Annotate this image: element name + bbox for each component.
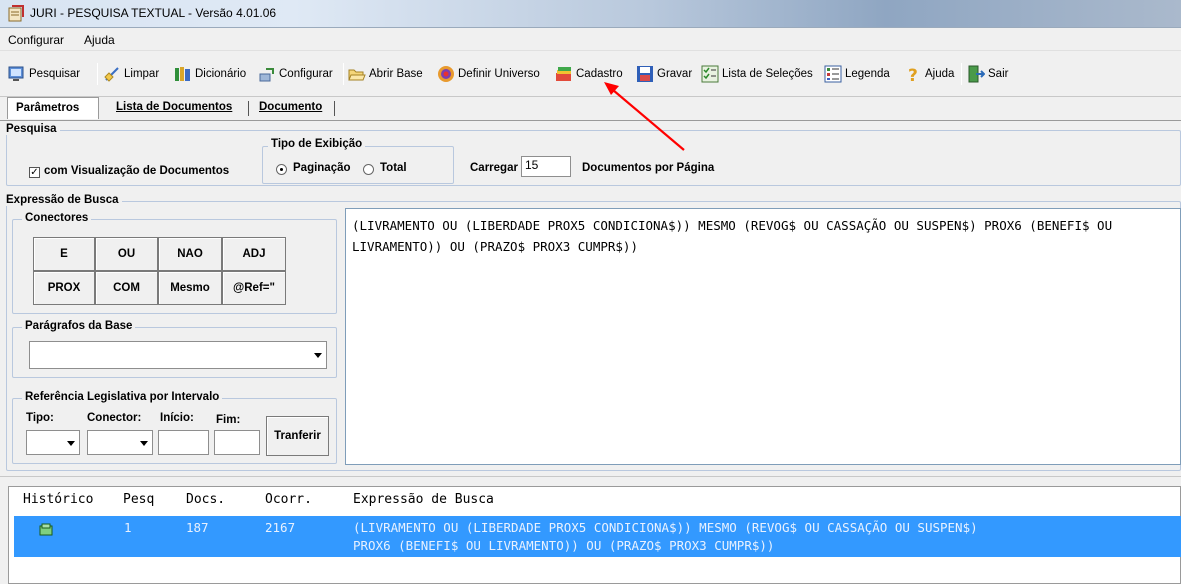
column-docs[interactable]: Docs.	[186, 492, 225, 507]
historico-list[interactable]: Histórico Pesq Docs. Ocorr. Expressão de…	[8, 486, 1181, 584]
abrir-base-button[interactable]: Abrir Base	[348, 62, 423, 86]
row-pesq: 1	[124, 520, 132, 535]
app-icon	[8, 5, 24, 22]
menu-ajuda[interactable]: Ajuda	[84, 33, 115, 47]
gravar-button[interactable]: Gravar	[636, 62, 692, 86]
fim-input[interactable]	[214, 430, 260, 455]
column-ocorr[interactable]: Ocorr.	[265, 492, 312, 507]
window-title: JURI - PESQUISA TEXTUAL - Versão 4.01.06	[30, 6, 277, 20]
total-radio[interactable]	[363, 164, 374, 175]
paginacao-label: Paginação	[293, 162, 351, 174]
connector-nao-button[interactable]: NAO	[158, 237, 222, 271]
connector-com-button[interactable]: COM	[95, 271, 158, 305]
inicio-input[interactable]	[158, 430, 209, 455]
tab-divider	[0, 120, 1181, 121]
toolbar-separator	[961, 63, 962, 85]
carregar-label: Carregar	[470, 162, 518, 174]
tipo-exibicao-title: Tipo de Exibição	[268, 138, 366, 150]
exit-door-icon	[968, 65, 985, 83]
help-question-icon: ?	[908, 66, 918, 83]
pesquisa-group-title: Pesquisa	[3, 123, 60, 135]
tab-documento[interactable]: Documento	[251, 97, 330, 119]
row-expr-line1: (LIVRAMENTO OU (LIBERDADE PROX5 CONDICIO…	[353, 520, 978, 535]
svg-text:?: ?	[908, 66, 918, 83]
legenda-button[interactable]: Legenda	[824, 62, 890, 86]
expressao-group-title: Expressão de Busca	[3, 194, 122, 206]
inicio-label: Início:	[160, 412, 194, 424]
visualizacao-label: com Visualização de Documentos	[44, 165, 230, 177]
search-monitor-icon	[8, 66, 24, 81]
conectores-title: Conectores	[22, 212, 92, 224]
historico-header: Histórico Pesq Docs. Ocorr. Expressão de…	[9, 487, 1180, 511]
tab-lista-documentos[interactable]: Lista de Documentos	[108, 97, 240, 119]
tab-bar: Parâmetros Lista de Documentos Documento	[0, 97, 1181, 121]
cadastro-button[interactable]: Cadastro	[555, 62, 623, 86]
carregar-input[interactable]: 15	[521, 156, 571, 177]
connector-ou-button[interactable]: OU	[95, 237, 158, 271]
table-row[interactable]: 1 187 2167 (LIVRAMENTO OU (LIBERDADE PRO…	[14, 516, 1181, 557]
title-bar: JURI - PESQUISA TEXTUAL - Versão 4.01.06	[0, 0, 1181, 28]
chevron-down-icon	[314, 353, 322, 358]
definir-universo-button[interactable]: Definir Universo	[437, 62, 540, 86]
toolbar: Pesquisar Limpar Dicionário Configurar A…	[0, 53, 1181, 97]
database-icon	[39, 523, 53, 536]
checklist-icon	[701, 65, 719, 83]
pesquisar-button[interactable]: Pesquisar	[8, 62, 80, 86]
tab-parametros[interactable]: Parâmetros	[7, 97, 99, 119]
ajuda-button[interactable]: ? Ajuda	[904, 62, 954, 86]
conector-label: Conector:	[87, 412, 142, 424]
legend-list-icon	[824, 65, 842, 83]
tipo-exibicao-group	[262, 146, 454, 184]
referencia-title: Referência Legislativa por Intervalo	[22, 391, 223, 403]
row-docs: 187	[186, 520, 209, 535]
save-disk-icon	[637, 66, 653, 82]
configurar-button[interactable]: Configurar	[258, 62, 333, 86]
row-ocorr: 2167	[265, 520, 296, 535]
lista-selecoes-button[interactable]: Lista de Seleções	[701, 62, 813, 86]
connector-prox-button[interactable]: PROX	[33, 271, 95, 305]
books-icon	[175, 67, 190, 81]
connector-e-button[interactable]: E	[33, 237, 95, 271]
conector-select[interactable]	[87, 430, 153, 455]
sair-button[interactable]: Sair	[967, 62, 1008, 86]
connector-ref-button[interactable]: @Ref="	[222, 271, 286, 305]
tab-separator	[248, 101, 249, 116]
limpar-button[interactable]: Limpar	[103, 62, 159, 86]
toolbar-separator	[97, 63, 98, 85]
pesquisa-group	[6, 130, 1181, 186]
tipo-select[interactable]	[26, 430, 80, 455]
dicionario-button[interactable]: Dicionário	[174, 62, 246, 86]
column-pesq[interactable]: Pesq	[123, 492, 154, 507]
chevron-down-icon	[67, 440, 75, 446]
tab-separator	[334, 101, 335, 116]
connector-mesmo-button[interactable]: Mesmo	[158, 271, 222, 305]
splitter	[0, 476, 1181, 477]
connector-adj-button[interactable]: ADJ	[222, 237, 286, 271]
tipo-label: Tipo:	[26, 412, 54, 424]
menu-bar: Configurar Ajuda	[0, 29, 1181, 51]
menu-configurar[interactable]: Configurar	[8, 33, 64, 47]
paragrafos-select[interactable]	[29, 341, 327, 369]
paginacao-radio[interactable]	[276, 164, 287, 175]
total-label: Total	[380, 162, 407, 174]
fim-label: Fim:	[216, 414, 241, 426]
documentos-por-pagina-label: Documentos por Página	[582, 162, 715, 174]
toolbar-separator	[343, 63, 344, 85]
column-expressao[interactable]: Expressão de Busca	[353, 492, 494, 507]
transferir-button[interactable]: Tranferir	[266, 416, 329, 456]
column-historico[interactable]: Histórico	[23, 492, 93, 507]
row-expr-line2: PROX6 (BENEFI$ OU LIVRAMENTO)) OU (PRAZO…	[353, 538, 775, 553]
broom-icon	[104, 67, 119, 82]
target-icon	[438, 66, 454, 82]
folder-open-icon	[348, 69, 366, 81]
expressao-textarea[interactable]: (LIVRAMENTO OU (LIBERDADE PROX5 CONDICIO…	[345, 208, 1181, 465]
folders-icon	[556, 67, 571, 81]
settings-icon	[259, 68, 274, 82]
visualizacao-checkbox[interactable]: ✓	[29, 167, 40, 178]
paragrafos-title: Parágrafos da Base	[22, 320, 136, 332]
chevron-down-icon	[140, 440, 148, 446]
